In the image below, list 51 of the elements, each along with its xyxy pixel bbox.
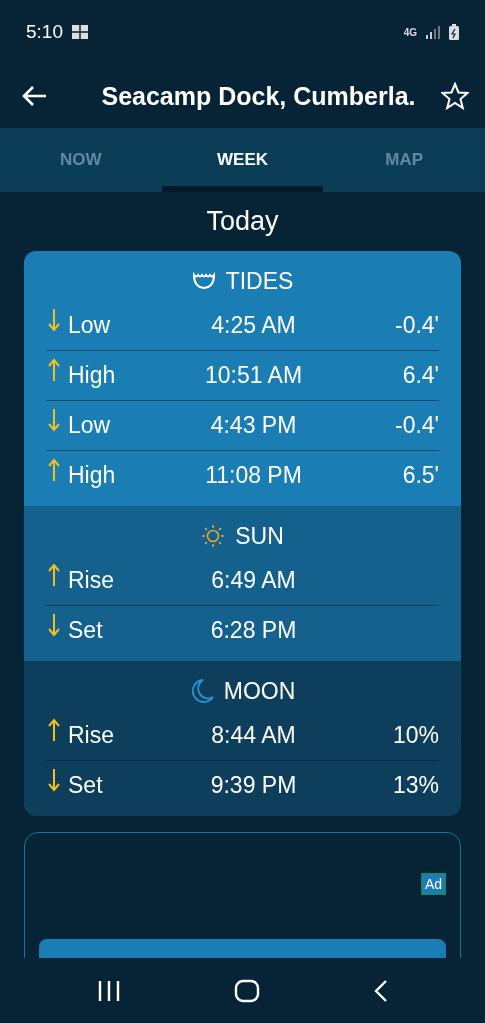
event-time: 6:49 AM [210,567,297,594]
tab[interactable]: WEEK [161,128,324,192]
event-value: 6.4' [401,362,439,389]
section-title: SUN [235,522,284,550]
event-label: High [68,462,117,489]
home-icon[interactable] [233,978,260,1003]
arrow-up-icon [46,357,62,383]
clock: 5:10 [26,21,63,43]
network-type: 4G [403,26,417,38]
signal-icon [425,25,441,39]
arrow-up-icon [46,562,62,588]
event-time: 8:44 AM [210,722,297,749]
arrow-down-icon [46,612,62,638]
event-time: 10:51 AM [203,362,304,389]
event-label: Set [68,772,104,799]
tab[interactable]: NOW [0,128,162,192]
arrow-down-icon [46,767,62,793]
event-time: 11:08 PM [204,462,303,489]
location-title: Seacamp Dock, Cumberla. [100,81,417,111]
event-time: 4:25 AM [210,312,297,339]
event-label: High [68,362,117,389]
event-value: 6.5' [401,462,439,489]
event-time: 6:28 PM [209,617,298,644]
day-heading: Today [206,206,279,237]
section-title: MOON [223,677,296,705]
arrow-up-icon [46,717,62,743]
tide-icon [191,272,216,290]
notification-icon [71,24,89,40]
moon-icon [189,678,214,704]
favorite-star-button[interactable] [439,80,471,112]
event-value: -0.4' [393,412,439,439]
back-icon[interactable] [372,978,389,1003]
recents-icon[interactable] [96,979,121,1002]
event-label: Low [68,312,112,339]
event-value: -0.4' [393,312,439,339]
section-title: TIDES [225,267,294,295]
event-label: Set [68,617,104,644]
event-time: 9:39 PM [209,772,298,799]
sun-icon [201,524,226,548]
battery-icon [449,24,459,40]
event-value: 10% [391,722,439,749]
arrow-down-icon [46,307,62,333]
event-time: 4:43 PM [209,412,298,439]
tab[interactable]: MAP [323,128,485,192]
event-value: 13% [391,772,439,799]
arrow-down-icon [46,407,62,433]
arrow-up-icon [46,457,62,483]
event-label: Rise [68,722,115,749]
event-label: Low [68,412,112,439]
ad-badge: Ad [420,873,446,895]
event-label: Rise [68,567,115,594]
